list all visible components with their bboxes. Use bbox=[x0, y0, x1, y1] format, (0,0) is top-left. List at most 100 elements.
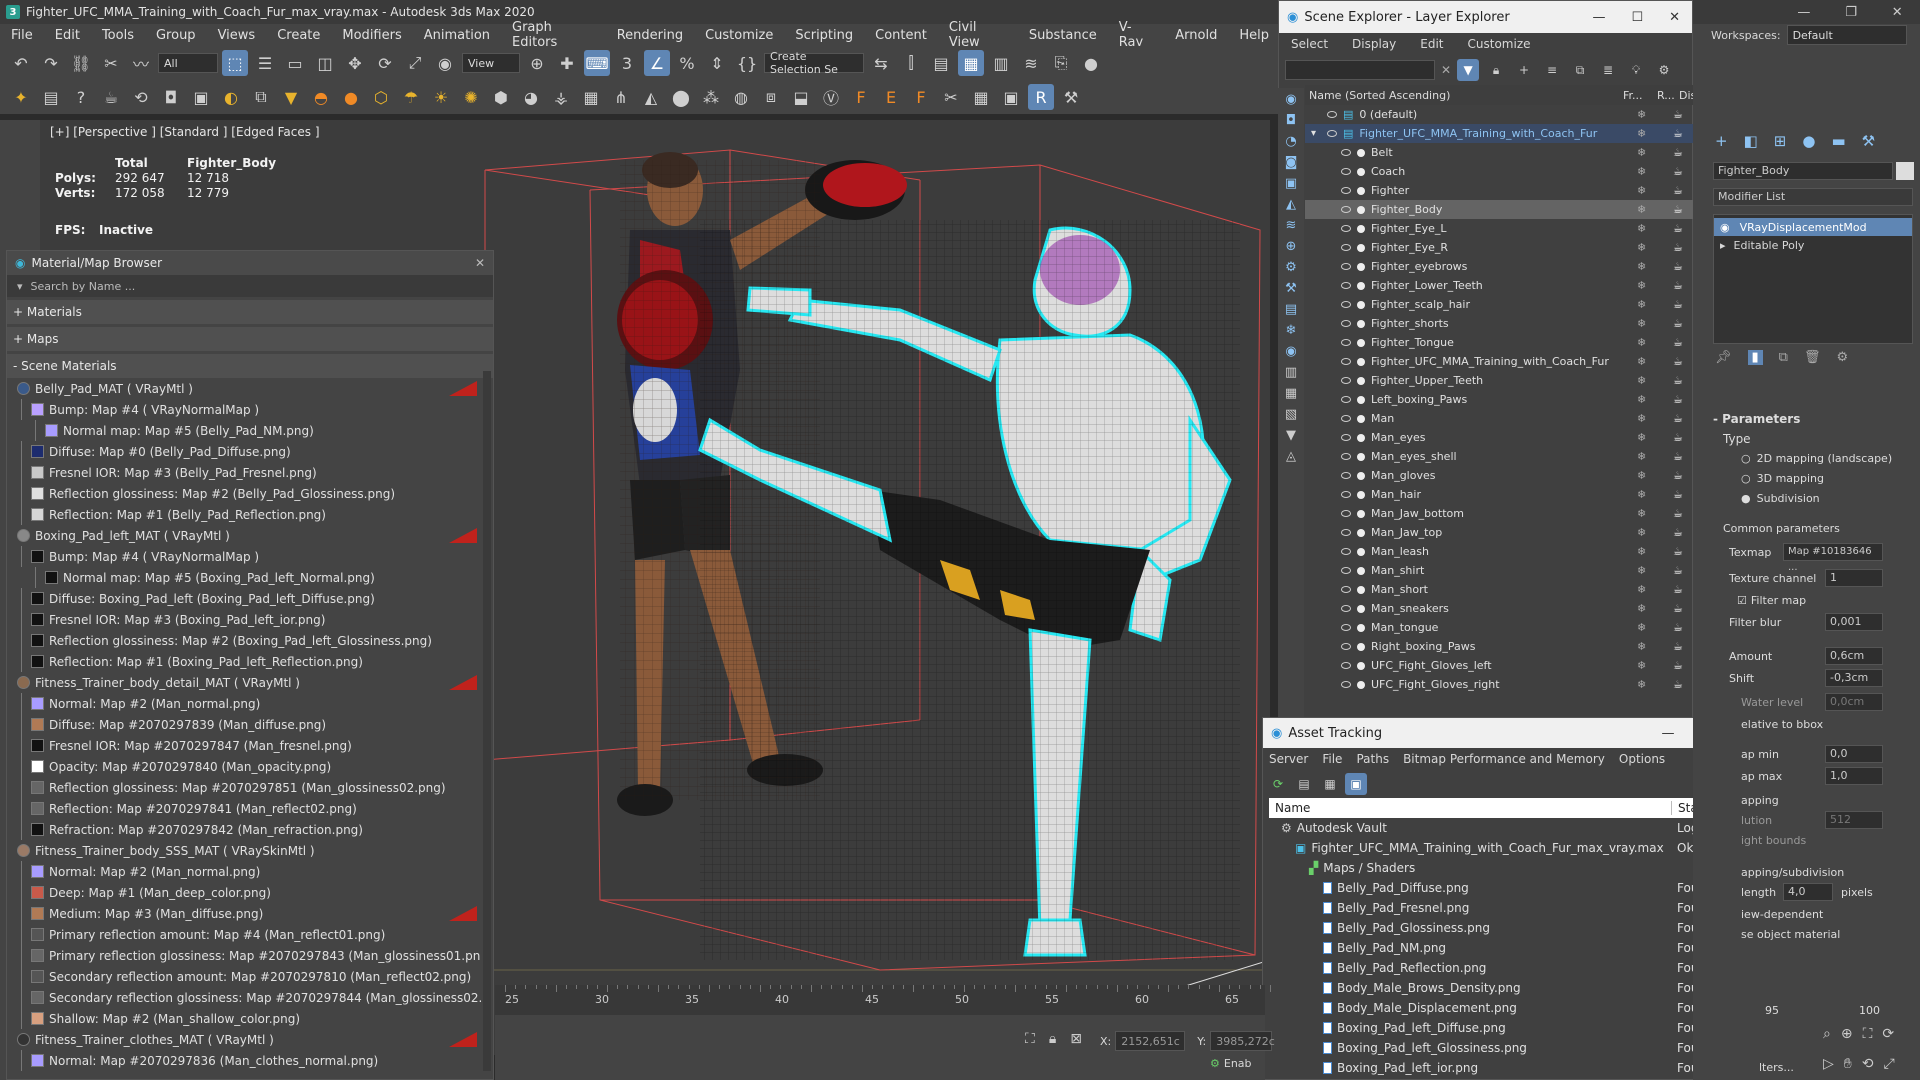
freeze-icon[interactable]: ❄ bbox=[1637, 203, 1646, 216]
visibility-eye-icon[interactable] bbox=[1341, 643, 1351, 650]
visibility-eye-icon[interactable] bbox=[1341, 662, 1351, 669]
renderable-teapot-icon[interactable]: ☕ bbox=[1673, 374, 1683, 387]
scene-tree-item[interactable]: Man_hair ❄ ☕ bbox=[1305, 485, 1693, 504]
visibility-eye-icon[interactable] bbox=[1341, 529, 1351, 536]
workspace-dropdown[interactable]: Default bbox=[1786, 25, 1907, 45]
renderable-teapot-icon[interactable]: ☕ bbox=[1673, 165, 1683, 178]
minimize-icon[interactable]: — bbox=[1797, 5, 1810, 20]
renderable-teapot-icon[interactable]: ☕ bbox=[1673, 108, 1683, 121]
visibility-eye-icon[interactable] bbox=[1341, 510, 1351, 517]
material-list-item[interactable]: Normal map: Map #5 (Belly_Pad_NM.png) bbox=[7, 420, 481, 441]
freeze-icon[interactable]: ❄ bbox=[1637, 146, 1646, 159]
material-list-item[interactable]: Fitness_Trainer_body_detail_MAT ( VRayMt… bbox=[7, 672, 481, 693]
renderable-teapot-icon[interactable]: ☕ bbox=[1673, 659, 1683, 672]
key-filters-button[interactable]: lters... bbox=[1759, 1061, 1794, 1074]
ambient-light-icon[interactable]: ✺ bbox=[458, 84, 484, 110]
asset-tree-item[interactable]: Body_Male_Brows_Density.pngFound bbox=[1269, 978, 1755, 998]
scene-explorer-menu-item[interactable]: Edit bbox=[1420, 37, 1443, 51]
col-frozen[interactable]: Fr... bbox=[1623, 89, 1643, 102]
render-setup-icon[interactable]: ▣ bbox=[188, 84, 214, 110]
display-groups-icon[interactable]: ⊕ bbox=[1286, 239, 1297, 254]
ies-light-icon[interactable]: ☂ bbox=[398, 84, 424, 110]
hierarchy-tab-icon[interactable]: ⊞ bbox=[1774, 132, 1787, 150]
snap-icon[interactable]: 3 bbox=[614, 50, 640, 76]
create-tab-icon[interactable]: + bbox=[1715, 132, 1728, 150]
freeze-icon[interactable]: ❄ bbox=[1637, 469, 1646, 482]
scene-tree-item[interactable]: Right_boxing_Paws ❄ ☕ bbox=[1305, 637, 1693, 656]
unlink-icon[interactable]: ✂ bbox=[98, 50, 124, 76]
asset-menu-item[interactable]: Paths bbox=[1356, 752, 1389, 766]
freeze-icon[interactable]: ❄ bbox=[1637, 507, 1646, 520]
rect-selection-icon[interactable]: ▭ bbox=[282, 50, 308, 76]
maximize-viewport-icon[interactable]: ⤢ bbox=[1884, 1056, 1895, 1072]
selection-filter-dropdown[interactable]: All bbox=[158, 53, 218, 73]
fov-icon[interactable]: ▷ bbox=[1823, 1056, 1834, 1072]
radio-2d-mapping[interactable]: ○ 2D mapping (landscape) bbox=[1741, 452, 1892, 465]
asset-tree-item[interactable]: Belly_Pad_Reflection.pngFound bbox=[1269, 958, 1755, 978]
freeze-icon[interactable]: ❄ bbox=[1637, 583, 1646, 596]
display-lights-icon[interactable]: ◙ bbox=[1285, 155, 1298, 170]
clear-search-icon[interactable]: ✕ bbox=[1441, 63, 1451, 77]
scene-tree-item[interactable]: Fighter_Body ❄ ☕ bbox=[1305, 200, 1693, 219]
menu-item[interactable]: Group bbox=[145, 28, 207, 43]
freeze-icon[interactable]: ❄ bbox=[1637, 450, 1646, 463]
motion-tab-icon[interactable]: ● bbox=[1802, 132, 1815, 150]
scale-icon[interactable]: ⤢ bbox=[402, 50, 428, 76]
visibility-eye-icon[interactable] bbox=[1341, 586, 1351, 593]
menu-item[interactable]: Customize bbox=[694, 28, 784, 43]
visibility-eye-icon[interactable] bbox=[1341, 168, 1351, 175]
display-bones-icon[interactable]: ⚒ bbox=[1285, 281, 1297, 296]
chevron-down-icon[interactable]: ▾ bbox=[17, 280, 23, 293]
freeze-icon[interactable]: ❄ bbox=[1637, 279, 1646, 292]
rotate-icon[interactable]: ⟳ bbox=[372, 50, 398, 76]
light-bulb-icon[interactable]: 💡︎ bbox=[1625, 59, 1647, 81]
modify-tab-icon[interactable]: ◧ bbox=[1744, 132, 1758, 150]
freeze-icon[interactable]: ❄ bbox=[1637, 184, 1646, 197]
radio-3d-mapping[interactable]: ○ 3D mapping bbox=[1741, 472, 1824, 485]
shift-spinner[interactable]: -0,3cm bbox=[1825, 669, 1883, 687]
object-name-field[interactable]: Fighter_Body bbox=[1713, 162, 1893, 180]
scene-tree-item[interactable]: Man_eyes_shell ❄ ☕ bbox=[1305, 447, 1693, 466]
scene-tree-item[interactable]: ▾ ▤ Fighter_UFC_MMA_Training_with_Coach_Fu… bbox=[1305, 124, 1693, 143]
menu-item[interactable]: File bbox=[0, 28, 44, 43]
y-coord-field[interactable]: 3985,272c bbox=[1210, 1031, 1275, 1051]
scene-explorer-menu-item[interactable]: Select bbox=[1291, 37, 1328, 51]
group-maps[interactable]: + Maps bbox=[7, 327, 493, 351]
close-icon[interactable]: ✕ bbox=[1669, 10, 1680, 25]
list-view-icon[interactable]: ▤ bbox=[1293, 773, 1315, 795]
menu-item[interactable]: Help bbox=[1228, 28, 1280, 43]
add-layer-icon[interactable]: + bbox=[1513, 59, 1535, 81]
show-end-result-icon[interactable]: ▮ bbox=[1747, 350, 1763, 365]
freeze-icon[interactable]: ❄ bbox=[1637, 488, 1646, 501]
object-color-swatch[interactable] bbox=[1896, 162, 1914, 180]
material-list-item[interactable]: Fresnel IOR: Map #3 (Boxing_Pad_left_ior… bbox=[7, 609, 481, 630]
sphere-icon[interactable]: ◕ bbox=[518, 84, 544, 110]
detail-view-icon[interactable]: ▦ bbox=[1319, 773, 1341, 795]
menu-item[interactable]: Substance bbox=[1018, 28, 1108, 43]
spotlight-icon[interactable]: ▼ bbox=[278, 84, 304, 110]
renderable-teapot-icon[interactable]: ☕ bbox=[1673, 640, 1683, 653]
scene-tree-item[interactable]: Man_Jaw_top ❄ ☕ bbox=[1305, 523, 1693, 542]
help-icon[interactable]: ? bbox=[68, 84, 94, 110]
freeze-icon[interactable]: ❄ bbox=[1637, 431, 1646, 444]
texture-channel-spinner[interactable]: 1 bbox=[1825, 569, 1883, 587]
material-list-item[interactable]: Primary reflection glossiness: Map #2070… bbox=[7, 945, 481, 966]
filter-icon[interactable]: ▼ bbox=[1457, 59, 1480, 81]
group-scene-materials[interactable]: - Scene Materials bbox=[7, 354, 493, 378]
zoom-extents-icon[interactable]: ⛶ bbox=[1863, 1026, 1873, 1042]
freeze-icon[interactable]: ❄ bbox=[1637, 260, 1646, 273]
freeze-icon[interactable]: ❄ bbox=[1637, 336, 1646, 349]
remove-modifier-icon[interactable]: 🗑︎ bbox=[1804, 350, 1821, 365]
stack-icon[interactable]: ≣ bbox=[1597, 59, 1619, 81]
filter-map-checkbox[interactable]: ☑ Filter map bbox=[1737, 594, 1806, 607]
renderable-teapot-icon[interactable]: ☕ bbox=[1673, 260, 1683, 273]
list-icon[interactable]: ▤ bbox=[38, 84, 64, 110]
renderable-teapot-icon[interactable]: ☕ bbox=[1673, 488, 1683, 501]
material-scrollbar[interactable] bbox=[483, 371, 491, 1071]
freeze-icon[interactable]: ❄ bbox=[1637, 241, 1646, 254]
display-cameras-icon[interactable]: ▣ bbox=[1285, 176, 1297, 191]
visibility-eye-icon[interactable] bbox=[1341, 339, 1351, 346]
renderable-teapot-icon[interactable]: ☕ bbox=[1673, 298, 1683, 311]
material-list-item[interactable]: Reflection glossiness: Map #2070297851 (… bbox=[7, 777, 481, 798]
scene-tree-item[interactable]: Man_eyes ❄ ☕ bbox=[1305, 428, 1693, 447]
